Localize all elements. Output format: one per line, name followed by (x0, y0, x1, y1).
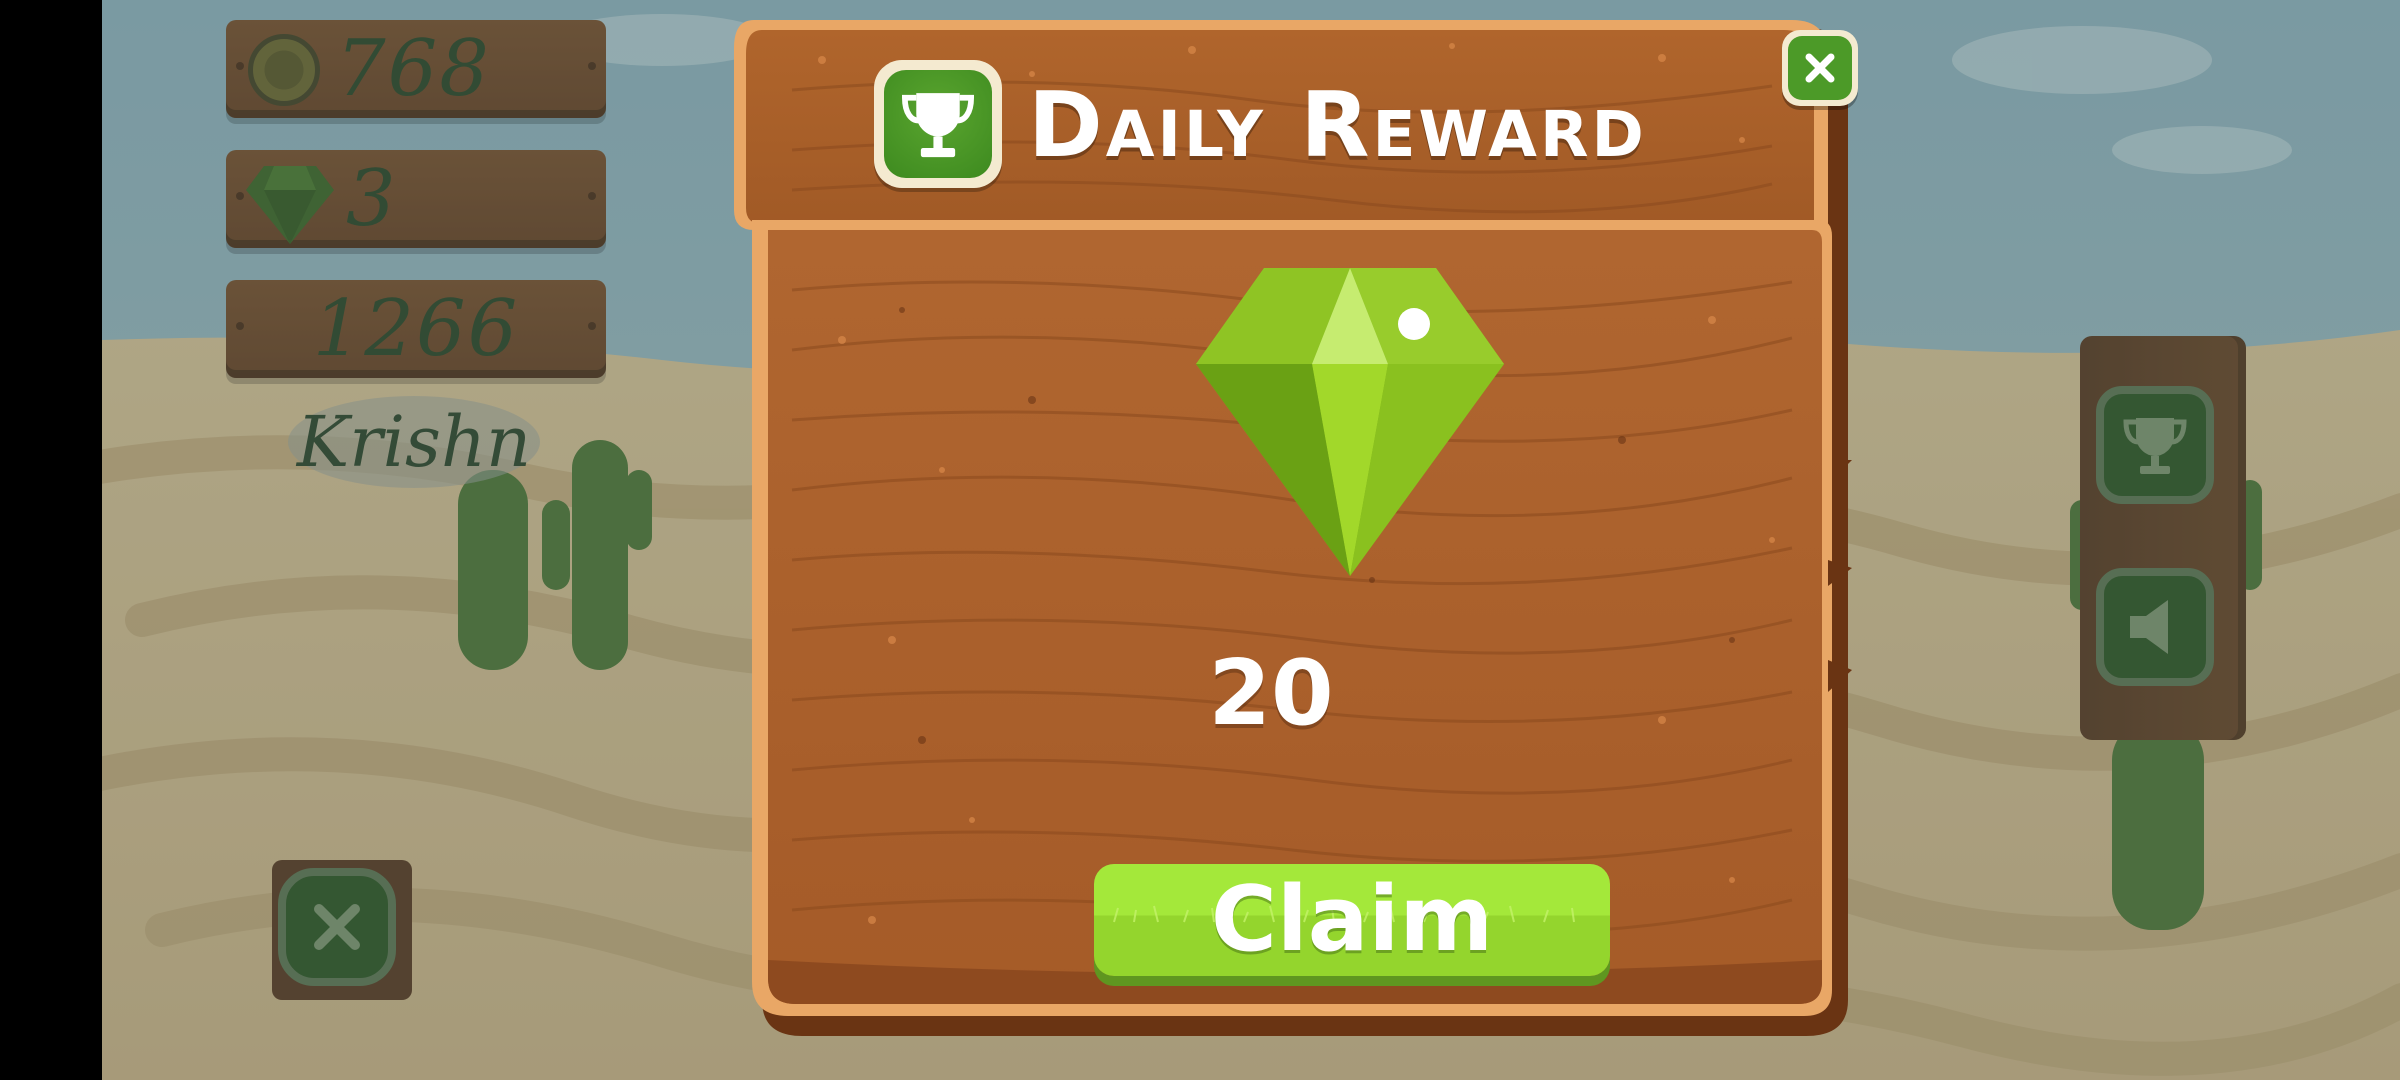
close-dialog-button[interactable] (1782, 30, 1858, 106)
game-view: 768 3 1266 Krishn Daily Reward 20 Claim (102, 0, 2400, 1080)
claim-button-label: Claim (1210, 867, 1494, 972)
gem-icon (1196, 268, 1504, 576)
trophy-icon (901, 93, 975, 158)
claim-button[interactable]: Claim (1094, 864, 1610, 976)
close-icon (1805, 53, 1835, 83)
screen: 768 3 1266 Krishn Daily Reward 20 Claim (0, 0, 2400, 1080)
daily-reward-dialog: Daily Reward 20 Claim (732, 20, 1858, 1040)
reward-amount: 20 (1208, 641, 1334, 746)
dialog-title: Daily Reward (1028, 73, 1647, 178)
trophy-badge (874, 60, 1002, 188)
